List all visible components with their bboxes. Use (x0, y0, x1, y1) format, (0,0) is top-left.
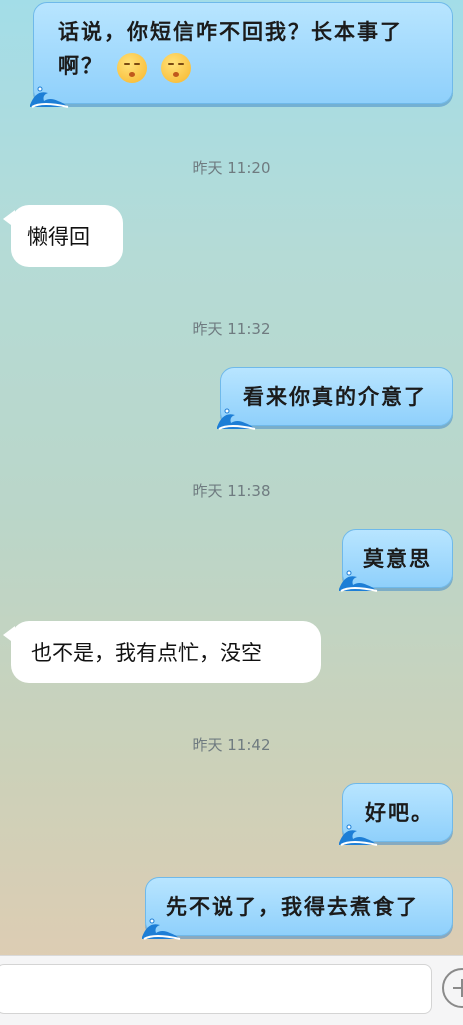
wave-decoration-icon (217, 408, 256, 430)
message-text: 懒得回 (27, 225, 90, 249)
outgoing-message-bubble[interactable]: 看来你真的介意了 (217, 367, 453, 430)
message-text: 看来你真的介意了 (243, 384, 427, 409)
timestamp: 昨天 11:20 (192, 159, 271, 177)
hush-emoji-icon (117, 52, 148, 83)
wave-decoration-icon (339, 570, 378, 592)
outgoing-message-bubble[interactable]: 莫意思 (339, 529, 453, 592)
message-input[interactable] (0, 964, 432, 1014)
wave-decoration-icon (142, 918, 181, 940)
outgoing-message-bubble[interactable]: 好吧。 (339, 783, 453, 846)
timestamp: 昨天 11:38 (192, 482, 271, 500)
incoming-message-bubble[interactable]: 也不是，我有点忙，没空 (11, 621, 321, 683)
message-text: 啊？ (58, 53, 104, 78)
message-text: 话说，你短信咋不回我？长本事了 (58, 19, 403, 44)
wave-decoration-icon (30, 86, 69, 108)
outgoing-message-bubble[interactable]: 话说，你短信咋不回我？长本事了 啊？ (30, 2, 453, 108)
incoming-message-bubble[interactable]: 懒得回 (11, 205, 123, 267)
message-text: 先不说了，我得去煮食了 (166, 894, 419, 919)
timestamp: 昨天 11:42 (192, 736, 271, 754)
outgoing-message-bubble[interactable]: 先不说了，我得去煮食了 (142, 877, 453, 940)
plus-icon[interactable] (442, 968, 463, 1008)
message-input-bar (0, 955, 463, 1025)
wave-decoration-icon (339, 824, 378, 846)
message-text: 也不是，我有点忙，没空 (31, 641, 262, 665)
hush-emoji-icon (160, 52, 191, 83)
timestamp: 昨天 11:32 (192, 320, 271, 338)
